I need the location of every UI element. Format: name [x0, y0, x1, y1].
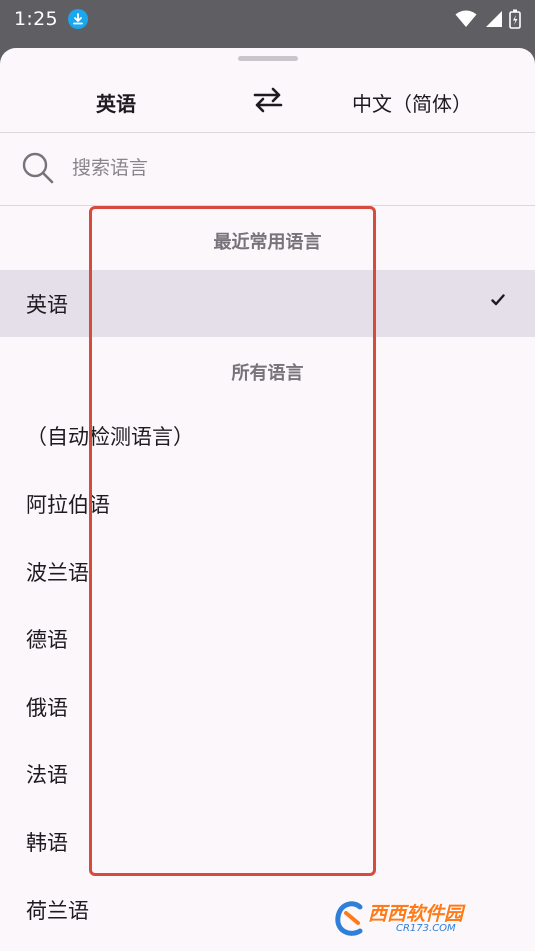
search-icon	[22, 152, 54, 184]
search-row	[0, 133, 535, 203]
source-language-button[interactable]: 英语	[96, 88, 136, 117]
language-item-label: （自动检测语言）	[26, 424, 194, 449]
language-item[interactable]: （自动检测语言）	[0, 402, 535, 469]
language-picker-sheet: 英语 中文（简体） 最近常用语言 英语 所有语言 （自动检测语言） 阿拉伯语 波…	[0, 48, 535, 951]
language-item-label: 俄语	[26, 695, 68, 720]
language-item[interactable]: 波兰语	[0, 538, 535, 605]
language-item[interactable]: 俄语	[0, 673, 535, 740]
wifi-icon	[455, 10, 477, 27]
language-item[interactable]: 法语	[0, 740, 535, 807]
divider	[0, 205, 535, 206]
language-bar: 英语 中文（简体）	[0, 68, 535, 132]
language-item-label: 法语	[26, 762, 68, 787]
all-languages-header: 所有语言	[231, 363, 304, 384]
language-item-english-recent[interactable]: 英语	[0, 270, 535, 337]
language-item-label: 荷兰语	[26, 898, 89, 923]
status-bar: 1:25	[0, 0, 535, 38]
language-item-label: 阿拉伯语	[26, 492, 110, 517]
language-item[interactable]: 荷兰语	[0, 876, 535, 943]
checkmark-icon	[491, 294, 505, 306]
language-item-label: 波兰语	[26, 560, 89, 585]
language-item[interactable]: 韩语	[0, 808, 535, 875]
status-icons	[455, 9, 521, 29]
language-item-label: 英语	[26, 292, 68, 317]
download-icon	[67, 9, 88, 29]
signal-icon	[486, 11, 502, 27]
swap-icon	[253, 87, 283, 113]
language-item-label: 韩语	[26, 830, 68, 855]
drag-handle[interactable]	[238, 56, 298, 61]
search-input[interactable]	[72, 153, 492, 183]
swap-languages-button[interactable]	[248, 82, 288, 118]
status-time: 1:25	[14, 8, 58, 30]
target-language-button[interactable]: 中文（简体）	[352, 88, 472, 117]
battery-icon	[509, 9, 521, 29]
language-item-label: 德语	[26, 627, 68, 652]
language-item[interactable]: 德语	[0, 605, 535, 672]
language-item[interactable]: 阿拉伯语	[0, 470, 535, 537]
recent-languages-header: 最近常用语言	[213, 232, 322, 253]
